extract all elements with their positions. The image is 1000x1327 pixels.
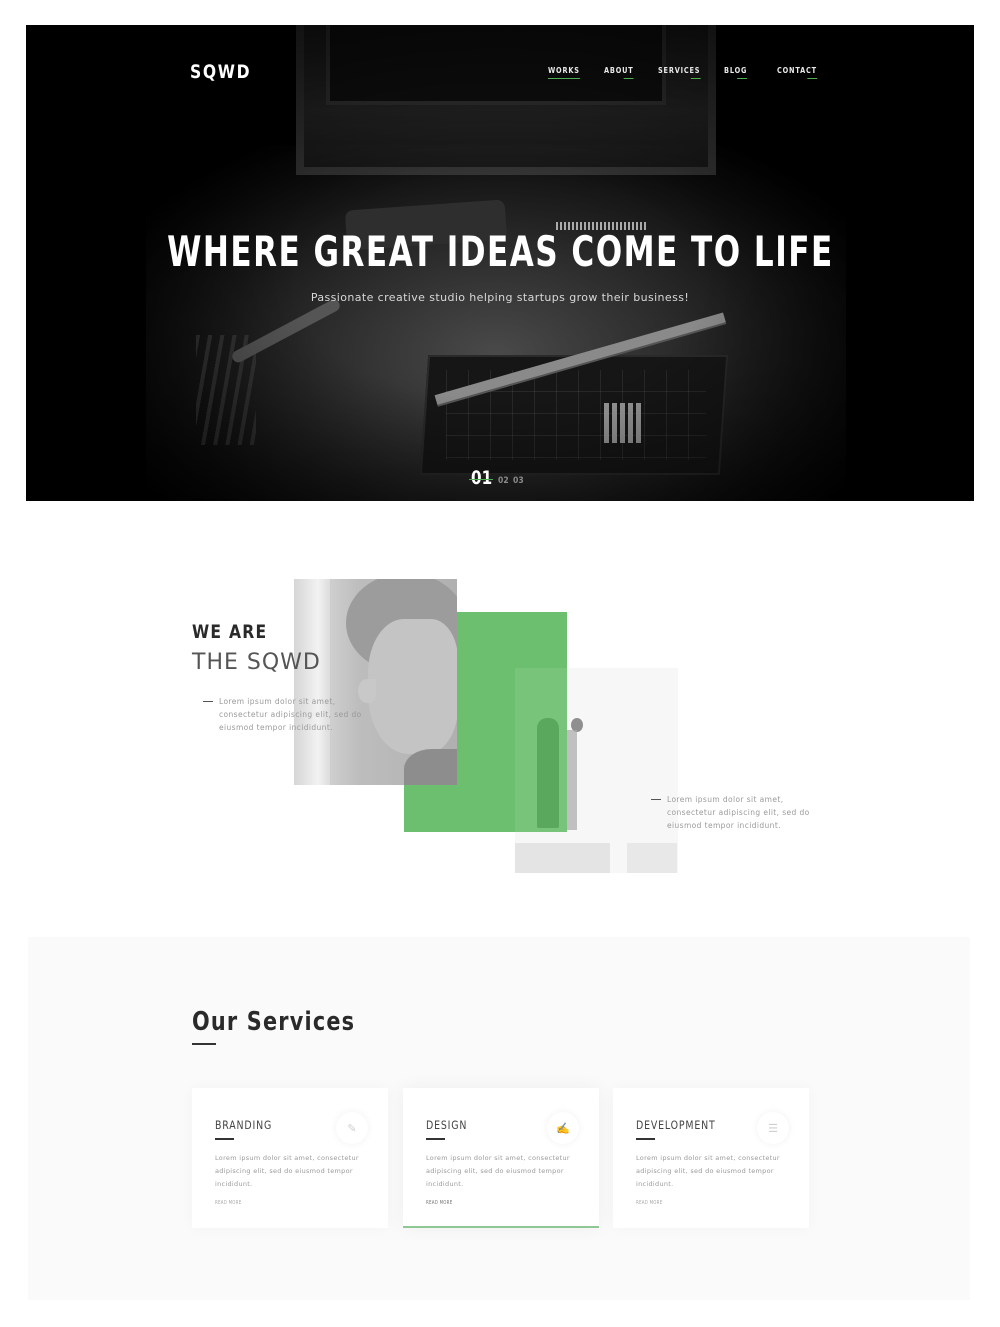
about-paragraph-2: Lorem ipsum dolor sit amet, consectetur … — [651, 793, 827, 832]
nav-contact[interactable]: CONTACT — [777, 66, 817, 79]
nav-underline — [690, 78, 701, 79]
nav-about[interactable]: ABOUT — [604, 66, 634, 79]
about-title-primary: WE ARE — [192, 621, 268, 643]
card-title: DEVELOPMENT — [636, 1118, 716, 1132]
slide-indicator[interactable]: 03 — [513, 476, 524, 486]
card-title: DESIGN — [426, 1118, 468, 1132]
slide-active-line — [469, 479, 493, 480]
read-more-link[interactable]: READ MORE — [426, 1200, 452, 1206]
green-overlay — [515, 668, 567, 832]
nav-underline — [623, 78, 634, 79]
dash-divider — [203, 701, 213, 702]
nav-works[interactable]: WORKS — [548, 66, 580, 79]
nav-label: CONTACT — [777, 66, 817, 75]
development-icon: ☰ — [757, 1112, 789, 1144]
nav-underline — [548, 78, 580, 79]
design-icon: ✍ — [547, 1112, 579, 1144]
hero-subtitle: Passionate creative studio helping start… — [310, 291, 690, 304]
card-divider — [636, 1138, 655, 1140]
nav-services[interactable]: SERVICES — [658, 66, 701, 79]
slide-indicator-active[interactable]: 01 — [471, 467, 492, 489]
services-title: Our Services — [192, 1007, 356, 1037]
card-divider — [215, 1138, 234, 1140]
hero-section: SQWD WORKS ABOUT SERVICES BLOG CONTACT W… — [26, 25, 974, 501]
card-active-bar — [403, 1226, 599, 1228]
main-nav: WORKS ABOUT SERVICES BLOG CONTACT — [26, 66, 974, 86]
read-more-link[interactable]: READ MORE — [636, 1200, 662, 1206]
card-title: BRANDING — [215, 1118, 273, 1132]
service-card-development[interactable]: DEVELOPMENT Lorem ipsum dolor sit amet, … — [613, 1088, 809, 1228]
hero-title: WHERE GREAT IDEAS COME TO LIFE — [166, 227, 834, 276]
service-card-design[interactable]: DESIGN Lorem ipsum dolor sit amet, conse… — [403, 1088, 599, 1228]
nav-label: SERVICES — [658, 66, 701, 75]
card-text: Lorem ipsum dolor sit amet, consectetur … — [426, 1154, 570, 1188]
about-photo-portrait — [294, 579, 457, 785]
about-title-secondary: THE SQWD — [192, 650, 321, 675]
service-card-branding[interactable]: BRANDING Lorem ipsum dolor sit amet, con… — [192, 1088, 388, 1228]
services-title-underline — [192, 1043, 216, 1045]
read-more-link[interactable]: READ MORE — [215, 1200, 241, 1206]
nav-label: BLOG — [724, 66, 748, 75]
nav-label: WORKS — [548, 66, 580, 75]
dash-divider — [651, 799, 661, 800]
nav-blog[interactable]: BLOG — [724, 66, 748, 79]
about-paragraph-1: Lorem ipsum dolor sit amet, consectetur … — [203, 695, 379, 734]
card-text: Lorem ipsum dolor sit amet, consectetur … — [636, 1154, 780, 1188]
nav-underline — [737, 78, 748, 79]
card-divider — [426, 1138, 445, 1140]
branding-icon: ✎ — [336, 1112, 368, 1144]
nav-underline — [807, 78, 817, 79]
slide-indicator[interactable]: 02 — [498, 476, 509, 486]
nav-label: ABOUT — [604, 66, 634, 75]
card-text: Lorem ipsum dolor sit amet, consectetur … — [215, 1154, 359, 1188]
